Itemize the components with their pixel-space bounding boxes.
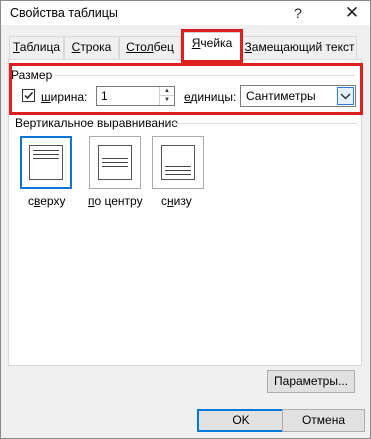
- tab-cell-label: чейка: [200, 36, 233, 50]
- window-title: Свойства таблицы: [10, 6, 118, 20]
- options-button[interactable]: Параметры...: [267, 370, 355, 393]
- tab-column[interactable]: Столбец: [119, 36, 181, 59]
- ok-button[interactable]: OK: [197, 409, 285, 432]
- tab-row-label: трока: [80, 40, 112, 54]
- tab-column-label: бец: [153, 40, 174, 54]
- tab-row-mnemonic: С: [71, 40, 81, 54]
- align-bottom-caption-post: изу: [173, 194, 192, 208]
- dropdown-button[interactable]: [337, 87, 354, 105]
- close-button[interactable]: ✕: [339, 2, 365, 24]
- checkmark-icon: [24, 91, 34, 100]
- spin-up-icon[interactable]: ▲: [160, 87, 174, 96]
- units-label: единицы:: [184, 90, 236, 104]
- align-bottom-button[interactable]: [152, 136, 204, 189]
- tab-table[interactable]: Таблица: [9, 36, 64, 59]
- tab-table-label: аблица: [19, 40, 61, 54]
- align-center-icon: [98, 145, 132, 180]
- tab-table-mnemonic: Т: [12, 40, 20, 54]
- chevron-down-icon: [340, 93, 351, 100]
- width-value: 1: [101, 89, 108, 103]
- width-spinner[interactable]: 1 ▲ ▼: [96, 86, 175, 106]
- units-label-text: диницы:: [190, 90, 237, 104]
- width-label-text: ирина:: [50, 90, 88, 104]
- align-bottom-icon: [161, 145, 195, 180]
- size-group-label: Размер: [11, 68, 53, 82]
- align-center-caption: по центру: [88, 194, 143, 208]
- tab-row[interactable]: Строка: [64, 36, 119, 59]
- tab-cell[interactable]: Ячейка: [183, 32, 241, 60]
- width-label: ширина:: [41, 90, 87, 104]
- cancel-button[interactable]: Отмена: [282, 409, 365, 432]
- width-label-mnemonic: ш: [41, 90, 51, 104]
- size-group-divider: [55, 75, 355, 76]
- align-top-caption-post: ерху: [40, 194, 66, 208]
- tab-alt-text-mnemonic: З: [244, 40, 252, 54]
- tab-column-mnemonic: Стол: [126, 40, 154, 54]
- align-top-button[interactable]: [20, 136, 72, 189]
- align-top-caption: сверху: [28, 194, 65, 208]
- tab-alt-text-label: амещающий текст: [251, 40, 355, 54]
- units-select[interactable]: Сантиметры: [240, 85, 356, 107]
- spin-down-icon[interactable]: ▼: [160, 96, 174, 105]
- help-button[interactable]: ?: [285, 2, 311, 24]
- align-center-caption-post: о центру: [94, 194, 143, 208]
- tab-alt-text[interactable]: Замещающий текст: [242, 36, 357, 59]
- align-bottom-caption-mnemonic: н: [167, 194, 174, 208]
- align-top-icon: [29, 145, 63, 180]
- align-center-button[interactable]: [89, 136, 141, 189]
- align-bottom-caption: снизу: [161, 194, 192, 208]
- table-properties-dialog: Свойства таблицы ? ✕ Таблица Строка Стол…: [0, 0, 371, 439]
- vertical-alignment-label: Вертикальное выравнивание: [15, 116, 179, 130]
- units-value: Сантиметры: [246, 89, 316, 103]
- width-spinner-arrows: ▲ ▼: [159, 87, 174, 105]
- width-checkbox[interactable]: [22, 89, 35, 102]
- vertical-alignment-divider: [171, 123, 357, 124]
